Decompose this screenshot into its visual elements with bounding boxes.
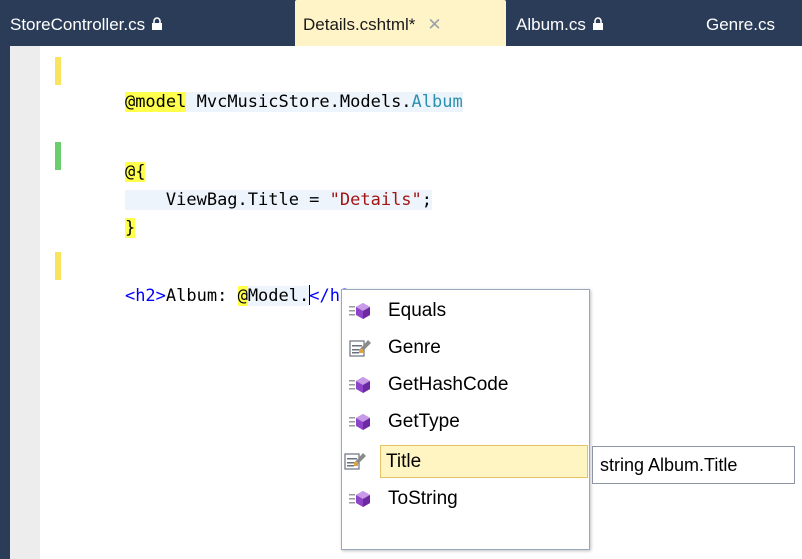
tab-label: Details.cshtml* (303, 15, 416, 34)
namespace-text: MvcMusicStore.Models. (186, 92, 412, 112)
change-marker-unsaved (55, 252, 61, 280)
tab-details-cshtml[interactable]: Details.cshtml* ✕ (295, 0, 506, 46)
window-frame (0, 46, 10, 559)
type-name: Album (411, 92, 463, 112)
change-marker-saved (55, 142, 61, 170)
completion-label: GetHashCode (388, 374, 509, 395)
tab-label: StoreController.cs (10, 15, 146, 34)
editor-gutter (10, 46, 40, 559)
tab-genre-cs[interactable]: Genre.cs (706, 0, 775, 46)
semicolon: ; (421, 190, 433, 210)
completion-label: GetType (388, 411, 460, 432)
intellisense-completion-list[interactable]: Equals Genre GetHashCode GetType Title T… (341, 289, 590, 550)
html-tag-open: <h2> (124, 286, 166, 306)
code-line-block-open[interactable]: @{ (84, 130, 146, 182)
model-access: Model. (247, 286, 310, 306)
completion-item-equals[interactable]: Equals (346, 295, 586, 328)
completion-label: Equals (388, 300, 447, 321)
assignment-text: ViewBag.Title = (124, 190, 330, 210)
quickinfo-tooltip: string Album.Title (592, 446, 795, 484)
tab-storecontroller[interactable]: StoreController.cs (10, 0, 163, 46)
completion-item-genre[interactable]: Genre (346, 332, 586, 365)
code-line-block-close[interactable]: } (84, 186, 136, 238)
string-literal: "Details" (329, 190, 422, 210)
method-icon (348, 411, 372, 433)
method-icon (348, 488, 372, 510)
method-icon (348, 300, 372, 322)
completion-item-gettype[interactable]: GetType (346, 406, 586, 439)
razor-at: @ (237, 286, 248, 306)
change-marker-unsaved (55, 57, 61, 85)
close-icon[interactable]: ✕ (427, 15, 441, 35)
tab-label: Album.cs (516, 15, 586, 34)
razor-block-close: } (124, 218, 136, 238)
heading-text: Album: (165, 286, 238, 306)
code-line-h2[interactable]: <h2>Album: @Model.</h2> (84, 254, 360, 306)
tab-album-cs[interactable]: Album.cs (516, 0, 604, 46)
lock-icon (592, 16, 604, 36)
completion-item-tostring[interactable]: ToString (346, 483, 586, 516)
property-icon (343, 450, 367, 472)
completion-label: Genre (388, 337, 441, 358)
document-tab-strip: StoreController.cs Details.cshtml* ✕ Albu… (0, 0, 802, 46)
completion-label: ToString (388, 488, 458, 509)
code-line-viewbag[interactable]: ViewBag.Title = "Details"; (84, 158, 433, 210)
completion-item-gethashcode[interactable]: GetHashCode (346, 369, 586, 402)
razor-directive: @model (124, 92, 187, 112)
code-line-model[interactable]: @model MvcMusicStore.Models.Album (84, 60, 463, 112)
completion-label: Title (386, 451, 422, 472)
lock-icon (151, 16, 163, 36)
method-icon (348, 374, 372, 396)
tab-label: Genre.cs (706, 15, 775, 34)
property-icon (348, 337, 372, 359)
completion-item-title[interactable]: Title (344, 445, 588, 478)
